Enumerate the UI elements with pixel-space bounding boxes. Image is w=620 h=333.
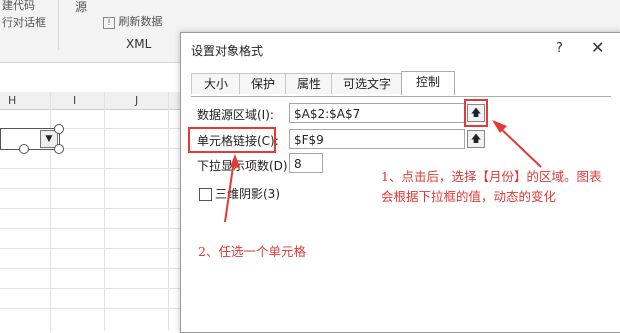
annotation-note-1: 1、点击后，选择【月份】的区域。图表会根据下拉框的值，动态的变化: [381, 169, 602, 204]
arrow-line: [496, 124, 542, 168]
arrow-line: [224, 159, 235, 223]
annotation-note-2: 2、任选一个单元格: [198, 244, 306, 259]
annotation-arrows: [224, 120, 542, 223]
arrow-head: [230, 154, 240, 168]
